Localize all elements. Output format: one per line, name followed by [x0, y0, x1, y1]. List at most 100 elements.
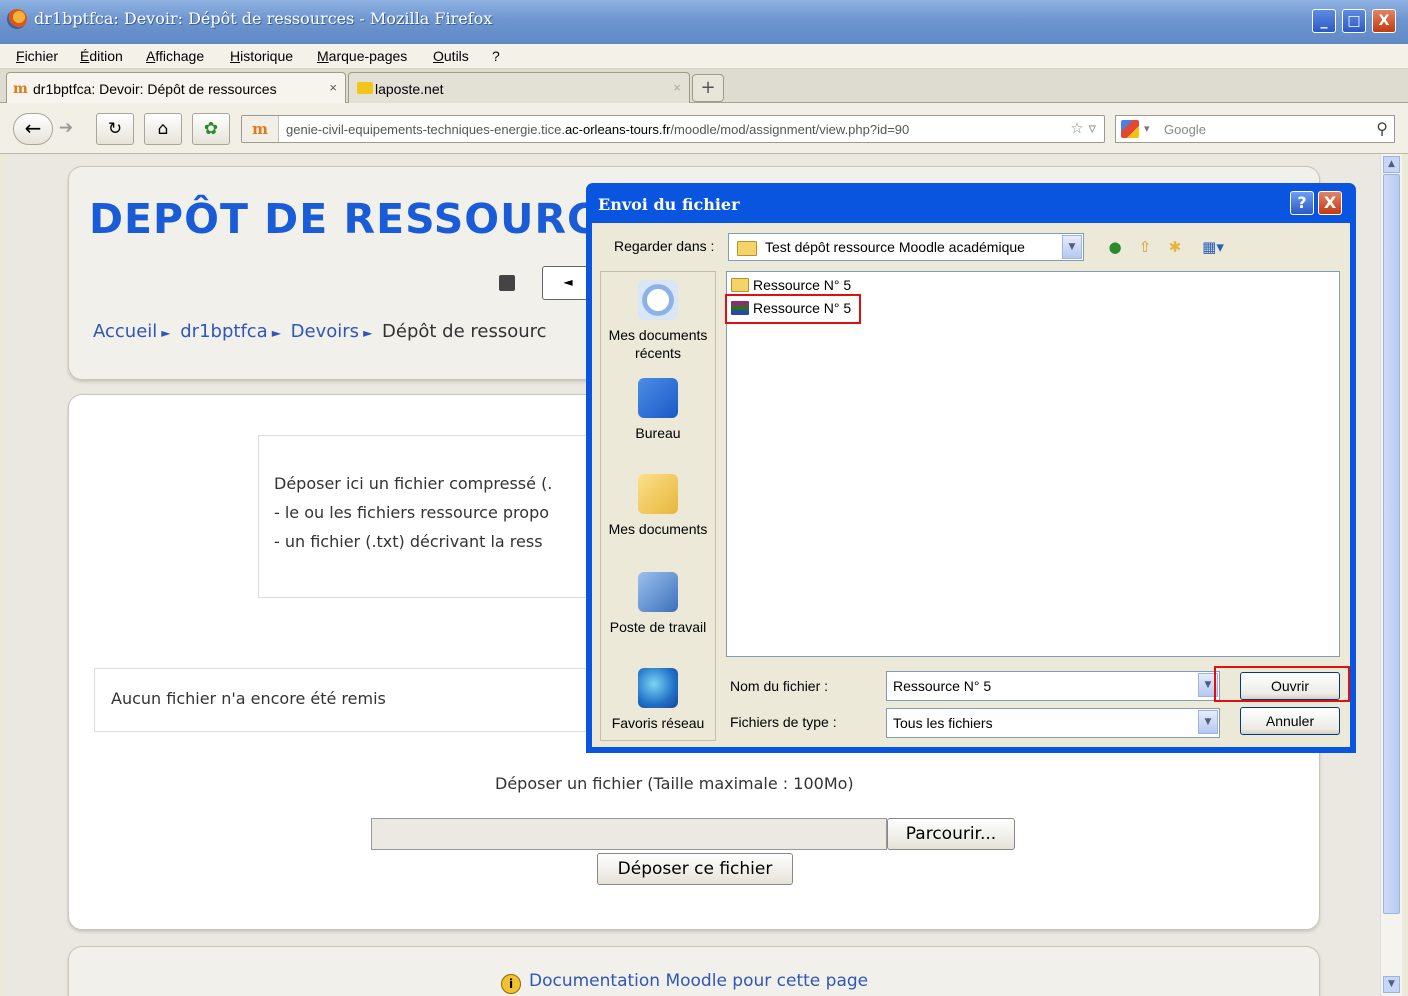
- tab-laposte[interactable]: laposte.net ×: [348, 72, 690, 103]
- home-button[interactable]: ⌂: [144, 113, 182, 145]
- browse-button[interactable]: Parcourir...: [887, 818, 1015, 850]
- highlight-open-button: [1214, 666, 1350, 702]
- firefox-logo-icon: [7, 9, 27, 29]
- url-bar[interactable]: m genie-civil-equipements-techniques-ene…: [241, 115, 1105, 143]
- save-icon[interactable]: [499, 275, 515, 291]
- chevron-down-icon[interactable]: ▼: [1062, 235, 1082, 259]
- laposte-icon: [357, 82, 373, 94]
- my-documents-icon: [638, 474, 678, 514]
- maximize-button[interactable]: □: [1342, 9, 1366, 33]
- moodle-docs-link[interactable]: i Documentation Moodle pour cette page: [501, 971, 868, 994]
- addon-button[interactable]: ✿: [192, 113, 230, 145]
- dialog-body: Regarder dans : Test dépôt ressource Moo…: [592, 223, 1350, 747]
- new-folder-icon[interactable]: ✱: [1164, 237, 1186, 257]
- bookmark-star-icon[interactable]: ☆ ▿: [1070, 119, 1096, 137]
- filename-input[interactable]: Ressource N° 5 ▼: [886, 671, 1220, 701]
- tab-close-icon[interactable]: ×: [329, 80, 337, 95]
- cancel-button[interactable]: Annuler: [1240, 707, 1340, 735]
- scrollbar-thumb[interactable]: [1383, 174, 1400, 914]
- reload-button[interactable]: ↻: [96, 113, 134, 145]
- new-tab-button[interactable]: +: [692, 74, 724, 102]
- chevron-down-icon[interactable]: ▼: [1198, 710, 1218, 734]
- home-icon: ⌂: [157, 119, 169, 139]
- menu-outils[interactable]: Outils: [433, 48, 469, 64]
- search-magnifier-icon[interactable]: ⚲: [1376, 119, 1388, 138]
- file-list: Ressource N° 5 Ressource N° 5: [725, 271, 1340, 657]
- page-footer: i Documentation Moodle pour cette page: [68, 946, 1320, 996]
- folder-icon: [731, 278, 749, 292]
- breadcrumb-devoirs[interactable]: Devoirs: [291, 321, 359, 342]
- file-item-folder[interactable]: Ressource N° 5: [729, 275, 851, 295]
- place-my-documents[interactable]: Mes documents: [601, 474, 715, 538]
- url-text: genie-civil-equipements-techniques-energ…: [286, 122, 910, 137]
- filename-value: Ressource N° 5: [893, 678, 992, 694]
- navigation-toolbar: ← ➔ ↻ ⌂ ✿ m genie-civil-equipements-tech…: [0, 103, 1408, 154]
- menu-fichier[interactable]: Fichier: [16, 48, 58, 64]
- place-label: Mes documents récents: [608, 327, 708, 361]
- menu-help[interactable]: ?: [492, 48, 500, 64]
- menu-edition[interactable]: Édition: [80, 48, 123, 64]
- breadcrumb-current: Dépôt de ressourc: [382, 321, 547, 342]
- place-my-computer[interactable]: Poste de travail: [601, 572, 715, 636]
- scroll-down-icon[interactable]: ▼: [1383, 976, 1400, 993]
- place-label: Bureau: [635, 425, 681, 441]
- menu-marque-pages[interactable]: Marque-pages: [317, 48, 407, 64]
- look-in-value: Test dépôt ressource Moodle académique: [765, 239, 1025, 255]
- tab-label: dr1bptfca: Devoir: Dépôt de ressources: [33, 81, 277, 97]
- page-scrollbar[interactable]: ▲ ▼: [1380, 154, 1402, 996]
- close-button[interactable]: X: [1372, 9, 1396, 33]
- place-label: Favoris réseau: [611, 715, 705, 731]
- highlight-selected-file: [725, 294, 861, 324]
- scroll-up-icon[interactable]: ▲: [1383, 156, 1400, 173]
- moodle-icon: m: [13, 81, 28, 97]
- forward-button[interactable]: ➔: [54, 113, 78, 145]
- back-button[interactable]: ←: [13, 113, 53, 145]
- back-arrow-icon: ←: [24, 116, 42, 140]
- description-line: - un fichier (.txt) décrivant la ress: [274, 532, 543, 551]
- dialog-help-button[interactable]: ?: [1290, 191, 1314, 215]
- search-engine-dropdown-icon[interactable]: ▾: [1144, 122, 1150, 135]
- view-menu-icon[interactable]: ▦▾: [1196, 237, 1230, 257]
- page-title: DEPÔT DE RESSOURC: [89, 195, 599, 243]
- breadcrumb: Accueil ► dr1bptfca ► Devoirs ► Dépôt de re…: [93, 321, 547, 342]
- addon-icon: ✿: [203, 119, 219, 139]
- filetype-select[interactable]: Tous les fichiers ▼: [886, 708, 1220, 738]
- computer-icon: [638, 572, 678, 612]
- look-in-label: Regarder dans :: [614, 238, 715, 254]
- breadcrumb-course[interactable]: dr1bptfca: [180, 321, 267, 342]
- file-path-input[interactable]: [371, 818, 887, 850]
- place-recent-documents[interactable]: Mes documents récents: [601, 280, 715, 362]
- file-name: Ressource N° 5: [753, 277, 852, 293]
- place-desktop[interactable]: Bureau: [601, 378, 715, 442]
- tab-moodle[interactable]: m dr1bptfca: Devoir: Dépôt de ressources…: [6, 72, 346, 103]
- minimize-button[interactable]: _: [1312, 9, 1336, 33]
- back-folder-icon[interactable]: ●: [1104, 237, 1126, 257]
- upload-submit-button[interactable]: Déposer ce fichier: [597, 853, 793, 885]
- site-identity-icon[interactable]: m: [242, 116, 279, 142]
- look-in-select[interactable]: Test dépôt ressource Moodle académique ▼: [728, 233, 1084, 261]
- dialog-close-button[interactable]: X: [1318, 191, 1342, 215]
- recent-documents-icon: [638, 280, 678, 320]
- menu-historique[interactable]: Historique: [230, 48, 293, 64]
- tab-close-icon[interactable]: ×: [673, 80, 681, 95]
- up-folder-icon[interactable]: ⇧: [1134, 237, 1156, 257]
- window-title: dr1bptfca: Devoir: Dépôt de ressources -…: [34, 9, 493, 28]
- menu-affichage[interactable]: Affichage: [146, 48, 204, 64]
- filetype-label: Fichiers de type :: [730, 714, 837, 730]
- folder-icon: [737, 241, 757, 256]
- description-line: Déposer ici un fichier compressé (.: [274, 474, 553, 493]
- place-label: Poste de travail: [609, 619, 707, 635]
- window-titlebar: dr1bptfca: Devoir: Dépôt de ressources -…: [0, 0, 1408, 44]
- places-bar: Mes documents récents Bureau Mes documen…: [600, 271, 716, 741]
- filetype-value: Tous les fichiers: [893, 715, 993, 731]
- search-placeholder: Google: [1164, 122, 1206, 137]
- submission-status-text: Aucun fichier n'a encore été remis: [111, 689, 386, 708]
- forward-arrow-icon: ➔: [58, 118, 74, 138]
- place-network[interactable]: Favoris réseau: [601, 668, 715, 732]
- breadcrumb-accueil[interactable]: Accueil: [93, 321, 157, 342]
- upload-title: Déposer un fichier (Taille maximale : 10…: [495, 774, 854, 793]
- search-bar[interactable]: ▾ Google ⚲: [1115, 115, 1395, 143]
- tab-label: laposte.net: [375, 81, 444, 97]
- menu-bar: Fichier Édition Affichage Historique Mar…: [0, 44, 1408, 69]
- google-icon[interactable]: [1121, 120, 1139, 138]
